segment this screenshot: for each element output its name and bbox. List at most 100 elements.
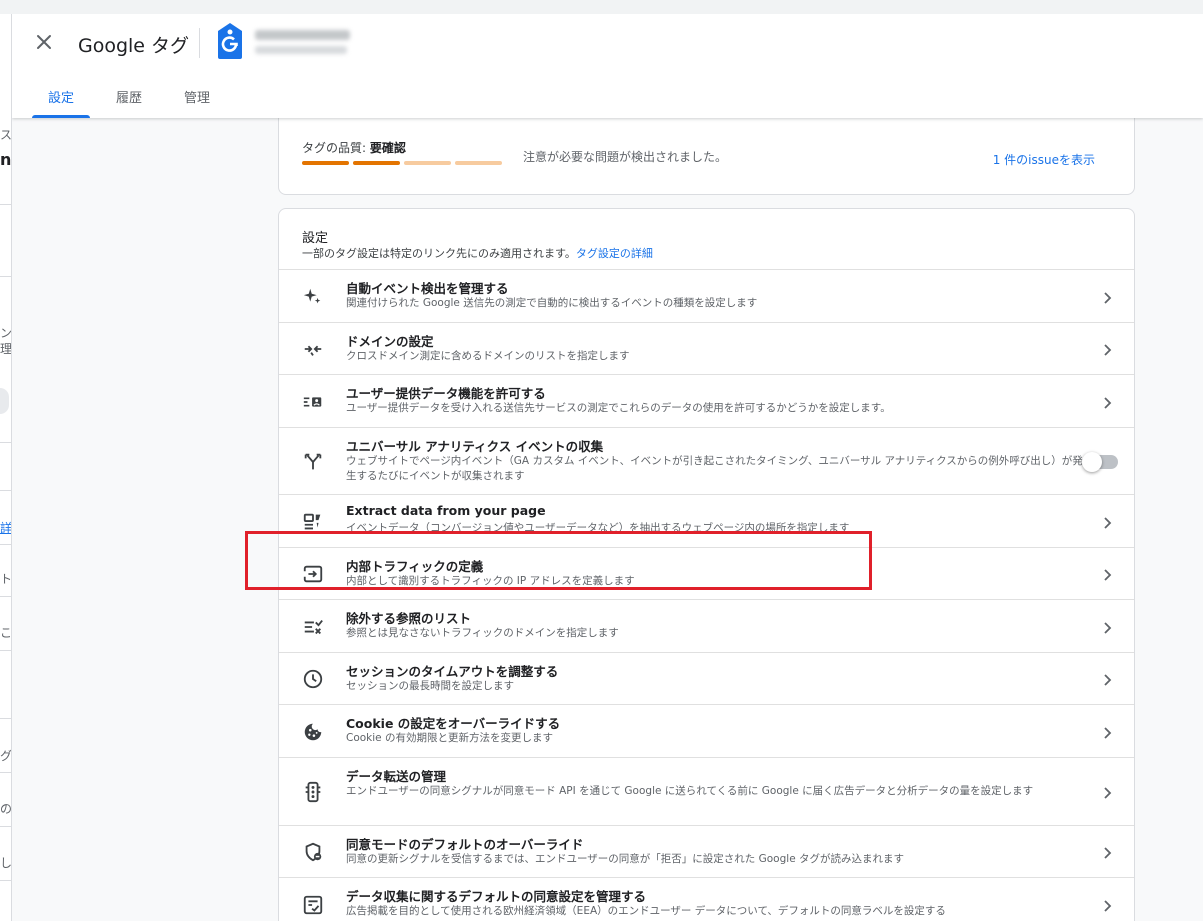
chevron-right-icon [1100, 290, 1114, 304]
checklist-icon [302, 894, 324, 916]
background-divider [0, 718, 11, 719]
close-button[interactable] [32, 30, 56, 54]
settings-row-subtitle: クロスドメイン測定に含めるドメインのリストを指定します [346, 350, 630, 362]
tag-quality-meter [302, 161, 506, 165]
quality-meter-segment [353, 161, 400, 165]
google-tag-logo-icon [215, 22, 245, 60]
settings-row-title: データ転送の管理 [346, 769, 447, 784]
background-divider [0, 596, 11, 597]
settings-row[interactable]: ユニバーサル アナリティクス イベントの収集 ウェブサイトでページ内イベント（GA… [279, 427, 1134, 494]
settings-row-subtitle: セッションの最長時間を設定します [346, 680, 514, 692]
chevron-right-icon [1100, 515, 1114, 529]
background-divider [0, 826, 11, 827]
tab-history[interactable]: 履歴 [100, 74, 158, 118]
tab-settings[interactable]: 設定 [32, 74, 91, 118]
sparkle-icon [302, 286, 324, 308]
settings-row[interactable]: データ転送の管理 エンドユーザーの同意シグナルが同意モード API を通じて Go… [279, 757, 1134, 825]
background-text-fragment: こ [0, 626, 12, 640]
settings-row-title: データ収集に関するデフォルトの同意設定を管理する [346, 889, 647, 904]
clock-icon [302, 668, 324, 690]
chevron-right-icon [1100, 672, 1114, 686]
settings-row-title: ドメインの設定 [346, 334, 434, 349]
background-divider [0, 276, 11, 277]
chevron-right-icon [1100, 395, 1114, 409]
tag-quality-status: 要確認 [369, 141, 406, 155]
settings-row-title: 除外する参照のリスト [346, 611, 472, 626]
login-arrow-icon [302, 563, 324, 585]
account-name-redacted [255, 30, 350, 40]
quality-meter-segment [404, 161, 451, 165]
fork-icon [302, 451, 324, 473]
tab-bar: 設定 履歴 管理 [32, 74, 236, 118]
background-divider [0, 490, 11, 491]
background-button-edge [0, 388, 9, 414]
show-issues-link[interactable]: 1 件のissueを表示 [993, 151, 1095, 168]
settings-row-title: 内部トラフィックの定義 [346, 559, 484, 574]
tag-settings-details-link[interactable]: タグ設定の詳細 [576, 247, 653, 260]
background-text-fragment: 理 [0, 342, 12, 356]
settings-description: 一部のタグ設定は特定のリンク先にのみ適用されます。タグ設定の詳細 [302, 247, 653, 260]
traffic-light-icon [302, 781, 324, 803]
background-text-fragment: ト [0, 572, 12, 586]
settings-row-subtitle: 内部として識別するトラフィックの IP アドレスを定義します [346, 575, 635, 587]
settings-row[interactable]: セッションのタイムアウトを調整する セッションの最長時間を設定します [279, 652, 1134, 704]
quality-meter-segment [455, 161, 502, 165]
settings-row[interactable]: 自動イベント検出を管理する 関連付けられた Google 送信先の測定で自動的に検… [279, 269, 1134, 322]
background-text-fragment: の [0, 802, 12, 816]
settings-row[interactable]: ドメインの設定 クロスドメイン測定に含めるドメインのリストを指定します [279, 322, 1134, 374]
tab-admin[interactable]: 管理 [168, 74, 226, 118]
chevron-right-icon [1100, 725, 1114, 739]
chevron-right-icon [1100, 567, 1114, 581]
settings-row[interactable]: 内部トラフィックの定義 内部として識別するトラフィックの IP アドレスを定義しま… [279, 547, 1134, 599]
merge-arrows-icon [302, 338, 324, 360]
settings-row-title: セッションのタイムアウトを調整する [346, 664, 559, 679]
settings-card: 設定 一部のタグ設定は特定のリンク先にのみ適用されます。タグ設定の詳細 自動イベ… [278, 208, 1135, 921]
title-divider [199, 28, 200, 58]
settings-row-title: ユーザー提供データ機能を許可する [346, 386, 546, 401]
tag-quality-label: タグの品質: 要確認 [302, 141, 406, 155]
background-text-fragment: nt [0, 150, 12, 169]
chevron-right-icon [1100, 342, 1114, 356]
chevron-right-icon [1100, 620, 1114, 634]
settings-row-subtitle: Cookie の有効期限と更新方法を変更します [346, 732, 553, 744]
settings-row[interactable]: Extract data from your page イベントデータ（コンバージ… [279, 494, 1134, 547]
settings-row-subtitle: エンドユーザーの同意シグナルが同意モード API を通じて Google に送ら… [346, 785, 1034, 797]
settings-row[interactable]: データ収集に関するデフォルトの同意設定を管理する 広告掲載を目的として使用される欧… [279, 877, 1134, 921]
user-data-icon [302, 391, 324, 413]
background-text-fragment: ス [0, 128, 12, 142]
extract-data-icon [302, 511, 324, 533]
browser-top-strip [0, 0, 1203, 14]
close-icon [37, 35, 51, 49]
google-tag-panel: Google タグ 設定 履歴 管理 タグの品質: 要確認 注意が必要な問題が検… [12, 14, 1203, 921]
background-link-fragment: 詳細 [0, 521, 12, 535]
settings-row-subtitle: 関連付けられた Google 送信先の測定で自動的に検出するイベントの種類を設定… [346, 297, 758, 309]
background-page-edge: ス nt ン 理 詳細 ト こ グ の し [0, 14, 12, 921]
settings-row-subtitle: イベントデータ（コンバージョン値やユーザーデータなど）を抽出するウェブページ内の… [346, 522, 850, 534]
settings-row[interactable]: Cookie の設定をオーバーライドする Cookie の有効期限と更新方法を変更… [279, 704, 1134, 757]
ua-event-collection-toggle[interactable] [1082, 452, 1118, 472]
background-divider [0, 772, 11, 773]
settings-row-subtitle: 広告掲載を目的として使用される欧州経済領域（EEA）のエンドユーザー データにつ… [346, 905, 946, 917]
background-divider [0, 880, 11, 881]
background-text-fragment: グ [0, 749, 12, 763]
app-title: Google タグ [78, 35, 190, 57]
settings-row-title: 自動イベント検出を管理する [346, 281, 509, 296]
background-text-fragment: ン [0, 326, 12, 340]
settings-row-subtitle: ウェブサイトでページ内イベント（GA カスタム イベント、イベントが引き起こされ… [346, 455, 1083, 482]
settings-row[interactable]: ユーザー提供データ機能を許可する ユーザー提供データを受け入れる送信先サービスの測… [279, 374, 1134, 427]
background-divider [0, 442, 11, 443]
account-id-redacted [255, 46, 347, 54]
settings-row-subtitle: 参照とは見なさないトラフィックのドメインを指定します [346, 627, 619, 639]
background-divider [0, 204, 11, 205]
chevron-right-icon [1100, 845, 1114, 859]
settings-row-subtitle: ユーザー提供データを受け入れる送信先サービスの測定でこれらのデータの使用を許可す… [346, 402, 891, 414]
panel-header: Google タグ 設定 履歴 管理 [12, 14, 1203, 118]
chevron-right-icon [1100, 898, 1114, 912]
settings-row[interactable]: 同意モードのデフォルトのオーバーライド 同意の更新シグナルを受信するまでは、エンド… [279, 825, 1134, 877]
tag-quality-message: 注意が必要な問題が検出されました。 [523, 150, 728, 164]
shield-minus-icon [302, 841, 324, 863]
background-text-fragment: し [0, 856, 12, 870]
settings-row-title: Extract data from your page [346, 503, 546, 518]
quality-meter-segment [302, 161, 349, 165]
settings-row[interactable]: 除外する参照のリスト 参照とは見なさないトラフィックのドメインを指定します [279, 599, 1134, 652]
